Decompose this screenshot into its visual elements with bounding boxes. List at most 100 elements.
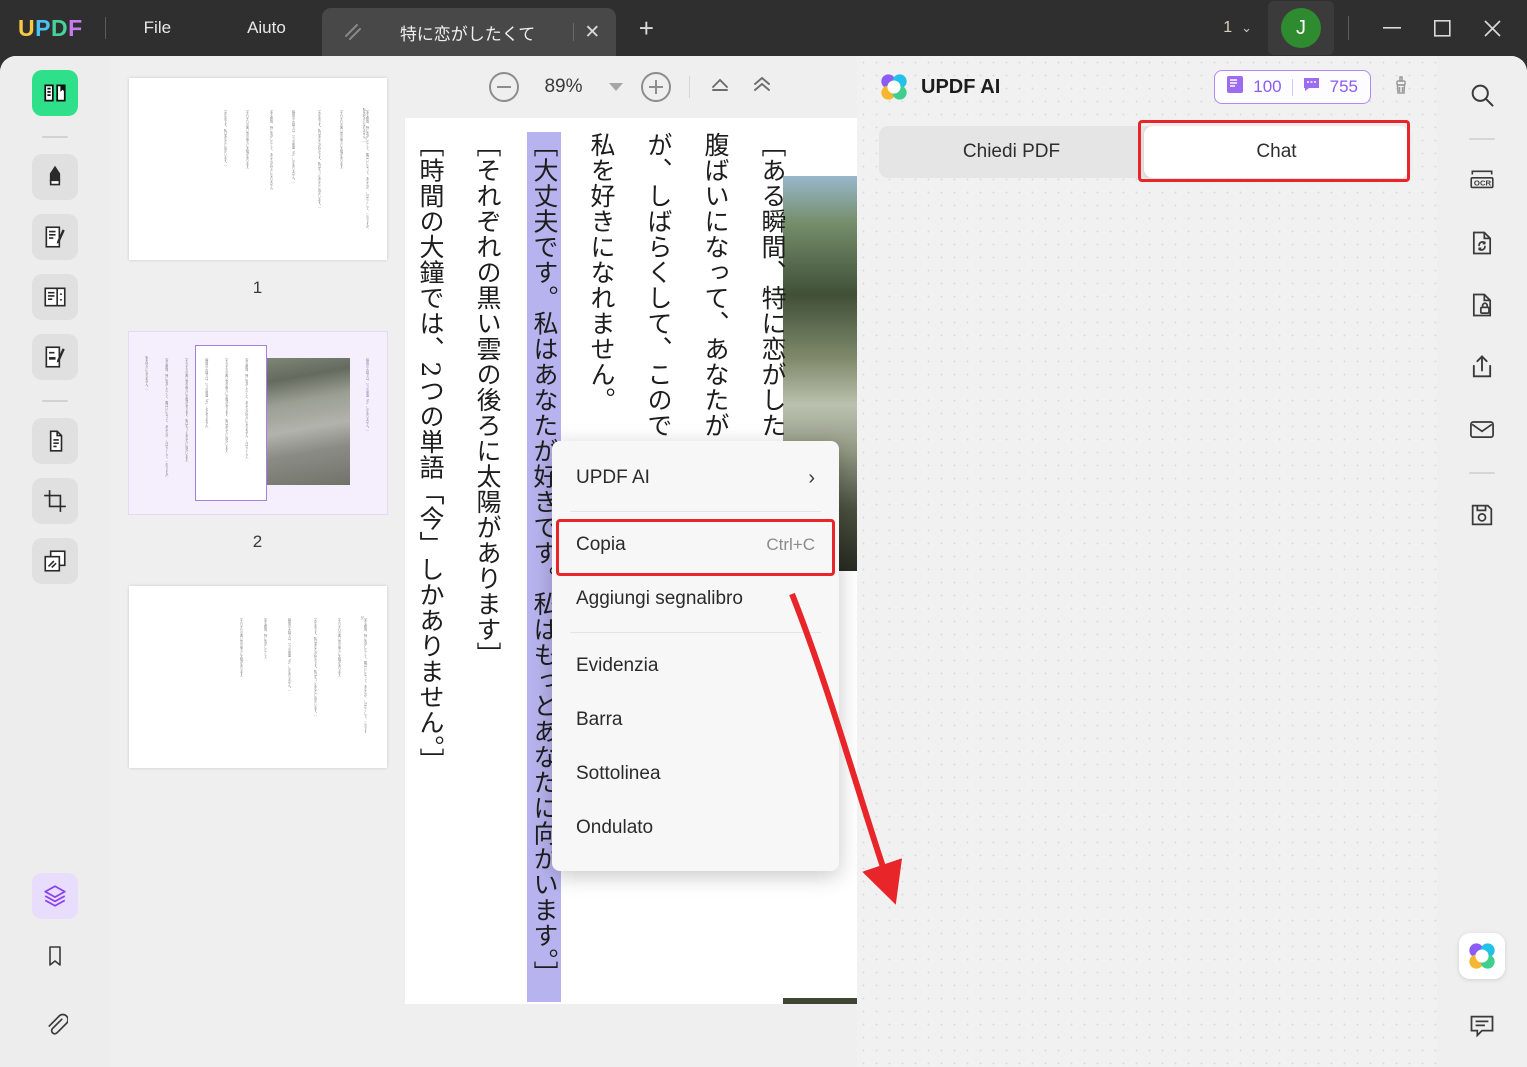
page-photo-bottom — [783, 998, 857, 1004]
titlebar-divider-2 — [1348, 16, 1349, 40]
go-to-top-icon[interactable] — [708, 74, 732, 100]
context-menu-item-evidenzia[interactable]: Evidenzia — [552, 639, 839, 693]
context-menu[interactable]: UPDF AI › Copia Ctrl+C Aggiungi segnalib… — [552, 441, 839, 871]
page-thumbnail-2[interactable]: ［時間の大鐘では、2つの単語「今」しかありません。］ ［時間の大鐘では、2つの単… — [128, 332, 387, 514]
titlebar-divider — [104, 17, 106, 39]
new-tab-button[interactable]: + — [624, 6, 668, 50]
zoom-in-icon[interactable] — [640, 72, 671, 102]
menu-file[interactable]: File — [128, 12, 187, 44]
document-icon — [340, 19, 366, 45]
sidebar-item-attachments[interactable] — [32, 1001, 78, 1047]
sidebar-item-edit-pdf[interactable] — [32, 214, 78, 260]
context-menu-label: Copia — [576, 534, 626, 555]
doc-column-7: ［時間の大鐘では、2つの単語「今」しかありません。］ — [416, 132, 445, 774]
rail-divider-2 — [42, 400, 68, 402]
context-menu-label: Ondulato — [576, 817, 654, 838]
document-tab-title: 特に恋がしたくて — [399, 24, 536, 44]
document-refresh-icon[interactable] — [1459, 220, 1505, 266]
broom-icon[interactable] — [1389, 74, 1415, 100]
sidebar-item-batch[interactable] — [32, 538, 78, 584]
search-icon[interactable] — [1459, 72, 1505, 118]
left-tool-rail — [0, 56, 110, 1067]
thumbnail-item[interactable]: ［ある瞬間、特に恋がしたくて、腹ばいになって、あなたが、しばらくして、このですが… — [110, 586, 405, 768]
context-menu-divider-1 — [570, 511, 821, 512]
zoom-level-label: 89% — [544, 76, 583, 97]
sidebar-item-crop[interactable] — [32, 478, 78, 524]
doc-column-6: ［それぞれの黒い雲の後ろに太陽があります］ — [473, 132, 502, 668]
maximize-button[interactable] — [1417, 8, 1467, 48]
updf-ai-flower-icon — [879, 72, 909, 102]
sidebar-item-form-sign[interactable] — [32, 334, 78, 380]
thumbnail-item[interactable]: ［時間の大鐘では、2つの単語「今」しかありません。］ ［時間の大鐘では、2つの単… — [110, 332, 405, 586]
sidebar-item-layers[interactable] — [32, 873, 78, 919]
sidebar-item-reader-mode[interactable] — [32, 70, 78, 116]
right-tool-rail: OCR — [1437, 56, 1527, 1067]
floppy-save-icon[interactable] — [1459, 492, 1505, 538]
sidebar-item-page-organize[interactable] — [32, 274, 78, 320]
updf-logo: UPDF — [18, 14, 83, 41]
account-button[interactable]: J — [1268, 1, 1334, 55]
page-number-label: 1 — [252, 278, 263, 297]
page-thumbnail-1[interactable]: ［ある瞬間、特に恋がしたくて、腹ばいになって、あなたが、しばらくして、このですが… — [128, 78, 387, 260]
close-tab-button[interactable]: ✕ — [574, 14, 610, 50]
avatar: J — [1281, 8, 1321, 48]
context-menu-item-ondulato[interactable]: Ondulato — [552, 801, 839, 855]
credits-divider — [1291, 78, 1293, 96]
tab-chat[interactable]: Chat — [1144, 126, 1409, 178]
credits-badge[interactable]: 100 755 — [1214, 70, 1371, 104]
rrail-divider-1 — [1469, 138, 1495, 140]
context-menu-shortcut: Ctrl+C — [766, 535, 815, 554]
page-thumbnail-panel[interactable]: ［ある瞬間、特に恋がしたくて、腹ばいになって、あなたが、しばらくして、このですが… — [110, 56, 405, 1067]
page-number-label: 2 — [252, 532, 263, 551]
chevron-down-icon[interactable] — [608, 83, 623, 91]
svg-text:OCR: OCR — [1474, 178, 1492, 187]
thumbnail-item[interactable]: ［ある瞬間、特に恋がしたくて、腹ばいになって、あなたが、しばらくして、このですが… — [110, 78, 405, 332]
page-up-icon[interactable] — [750, 74, 774, 100]
chevron-right-icon: › — [808, 466, 815, 489]
ocr-icon[interactable]: OCR — [1459, 158, 1505, 204]
document-credits-value: 100 — [1253, 77, 1282, 96]
chat-credits-value: 755 — [1329, 77, 1358, 96]
document-view: 89% ［ある瞬間、特に恋がした 腹ばいになって、あなたが が、しばらくして、こ… — [405, 56, 857, 1067]
share-upload-icon[interactable] — [1459, 344, 1505, 390]
ai-panel: UPDF AI 100 755 Chiedi PDF Chat — [857, 56, 1437, 1067]
tab-chiedi-pdf[interactable]: Chiedi PDF — [879, 126, 1144, 178]
page-selector-value: 1 — [1223, 19, 1233, 36]
context-menu-label: Barra — [576, 709, 623, 730]
zoom-out-icon[interactable] — [488, 72, 519, 102]
ai-assistant-fab[interactable] — [1459, 933, 1505, 979]
document-tab[interactable]: 特に恋がしたくて ✕ — [321, 8, 617, 56]
page-thumbnail-3[interactable]: ［ある瞬間、特に恋がしたくて、腹ばいになって、あなたが、しばらくして、このですが… — [128, 586, 387, 768]
ai-panel-header: UPDF AI 100 755 — [857, 56, 1437, 118]
context-menu-item-barra[interactable]: Barra — [552, 693, 839, 747]
app-body: ［ある瞬間、特に恋がしたくて、腹ばいになって、あなたが、しばらくして、このですが… — [0, 56, 1527, 1067]
context-menu-item-aggiungi-segnalibro[interactable]: Aggiungi segnalibro — [552, 572, 839, 626]
title-bar: UPDF File Aiuto 特に恋がしたくて ✕ + 1 ⌄ J — [0, 0, 1527, 56]
zoom-toolbar: 89% — [405, 56, 857, 118]
updf-application-window: UPDF File Aiuto 特に恋がしたくて ✕ + 1 ⌄ J ［ある瞬間… — [0, 0, 1527, 1067]
sidebar-item-convert[interactable] — [32, 418, 78, 464]
comment-bubble-icon[interactable] — [1459, 1003, 1505, 1049]
ai-panel-title: UPDF AI — [921, 75, 1001, 98]
context-menu-item-sottolinea[interactable]: Sottolinea — [552, 747, 839, 801]
rail-divider-1 — [42, 136, 68, 138]
context-menu-label: Evidenzia — [576, 655, 659, 676]
context-menu-label: UPDF AI — [576, 467, 650, 488]
context-menu-item-updf-ai[interactable]: UPDF AI › — [552, 451, 839, 505]
sidebar-item-bookmarks[interactable] — [32, 933, 78, 979]
menu-aiuto[interactable]: Aiuto — [231, 12, 302, 44]
rrail-divider-2 — [1469, 472, 1495, 474]
close-window-button[interactable] — [1467, 8, 1517, 48]
chat-credit-icon — [1303, 77, 1320, 97]
context-menu-label: Sottolinea — [576, 763, 661, 784]
document-credit-icon — [1227, 76, 1244, 98]
context-menu-item-copia[interactable]: Copia Ctrl+C — [552, 518, 839, 572]
sidebar-item-annotate[interactable] — [32, 154, 78, 200]
document-lock-icon[interactable] — [1459, 282, 1505, 328]
context-menu-label: Aggiungi segnalibro — [576, 588, 743, 609]
envelope-icon[interactable] — [1459, 406, 1505, 452]
toolbar-divider — [688, 76, 690, 98]
ai-mode-tabs[interactable]: Chiedi PDF Chat — [879, 126, 1409, 178]
chevron-down-icon[interactable]: ⌄ — [1241, 20, 1252, 36]
minimize-button[interactable] — [1367, 8, 1417, 48]
